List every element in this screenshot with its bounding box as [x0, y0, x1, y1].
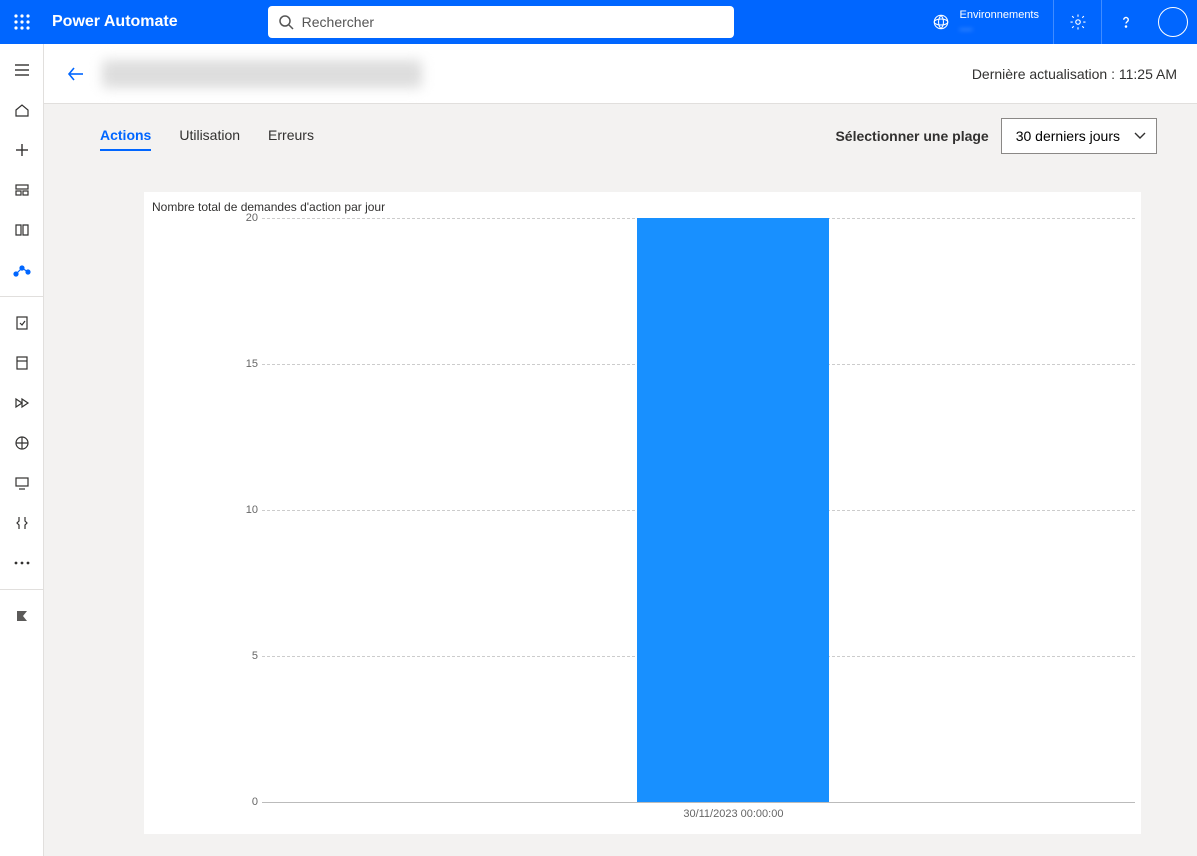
nav-desktop[interactable] [0, 463, 44, 503]
x-axis-line [262, 802, 1135, 803]
nav-solutions[interactable] [0, 343, 44, 383]
app-name: Power Automate [52, 13, 178, 31]
chart-plot: 20 15 10 5 0 30/11/2023 00:00:00 [164, 218, 1135, 802]
nav-powerplatform[interactable] [0, 596, 44, 636]
nav-myflows[interactable] [0, 250, 44, 290]
settings-button[interactable] [1053, 0, 1101, 44]
y-tick: 10 [246, 504, 258, 516]
back-arrow-icon [66, 64, 86, 84]
search-icon [278, 14, 294, 30]
title-bar: Dernière actualisation : 11:25 AM [44, 44, 1197, 104]
search-box[interactable] [268, 6, 734, 38]
nav-learn[interactable] [0, 210, 44, 250]
plus-icon [14, 142, 30, 158]
page-title [102, 60, 422, 88]
app-launcher-button[interactable] [0, 0, 44, 44]
y-tick: 20 [246, 212, 258, 224]
nav-hamburger[interactable] [0, 50, 44, 90]
nav-home[interactable] [0, 90, 44, 130]
y-tick: 0 [252, 796, 258, 808]
nav-more[interactable] [0, 543, 44, 583]
environment-icon [932, 13, 950, 31]
book-icon [14, 222, 30, 238]
chart-card: Nombre total de demandes d'action par jo… [144, 192, 1141, 834]
nav-templates[interactable] [0, 170, 44, 210]
y-tick: 15 [246, 358, 258, 370]
nav-separator-2 [0, 589, 43, 590]
help-button[interactable] [1101, 0, 1149, 44]
templates-icon [14, 182, 30, 198]
avatar [1158, 7, 1188, 37]
process-icon [14, 395, 30, 411]
powerplatform-icon [14, 608, 30, 624]
ai-icon [14, 435, 30, 451]
x-tick: 30/11/2023 00:00:00 [683, 808, 783, 820]
search-input[interactable] [302, 14, 724, 30]
approvals-icon [14, 315, 30, 331]
range-label: Sélectionner une plage [835, 128, 988, 144]
plot-area: 30/11/2023 00:00:00 [262, 218, 1135, 802]
nav-create[interactable] [0, 130, 44, 170]
nav-separator [0, 296, 43, 297]
chart-bar [637, 218, 829, 802]
tab-usage[interactable]: Utilisation [179, 121, 240, 151]
connectors-icon [14, 515, 30, 531]
range-selected: 30 derniers jours [1016, 128, 1120, 144]
ellipsis-icon [14, 561, 30, 565]
nav-approvals[interactable] [0, 303, 44, 343]
range-selector[interactable]: 30 derniers jours [1001, 118, 1157, 154]
account-button[interactable] [1149, 0, 1197, 44]
nav-ai[interactable] [0, 423, 44, 463]
gear-icon [1069, 13, 1087, 31]
hamburger-icon [14, 62, 30, 78]
y-tick: 5 [252, 650, 258, 662]
tabs: Actions Utilisation Erreurs [100, 121, 314, 151]
last-refresh: Dernière actualisation : 11:25 AM [972, 66, 1177, 82]
chart-title: Nombre total de demandes d'action par jo… [144, 192, 1141, 214]
solutions-icon [14, 355, 30, 371]
tab-actions[interactable]: Actions [100, 121, 151, 151]
sub-bar: Actions Utilisation Erreurs Sélectionner… [44, 104, 1197, 164]
home-icon [14, 102, 30, 118]
back-button[interactable] [56, 54, 96, 94]
page: Dernière actualisation : 11:25 AM Action… [44, 44, 1197, 856]
environment-label: Environnements [960, 8, 1040, 22]
chevron-down-icon [1134, 132, 1146, 140]
flow-icon [13, 262, 31, 278]
desktop-icon [14, 475, 30, 491]
help-icon [1117, 13, 1135, 31]
nav-process[interactable] [0, 383, 44, 423]
y-axis: 20 15 10 5 0 [164, 218, 262, 802]
nav-connectors[interactable] [0, 503, 44, 543]
waffle-icon [14, 14, 30, 30]
environment-picker[interactable]: Environnements — [918, 0, 1054, 44]
environment-value: — [960, 22, 1040, 36]
left-nav [0, 44, 44, 856]
tab-errors[interactable]: Erreurs [268, 121, 314, 151]
topbar: Power Automate Environnements — [0, 0, 1197, 44]
